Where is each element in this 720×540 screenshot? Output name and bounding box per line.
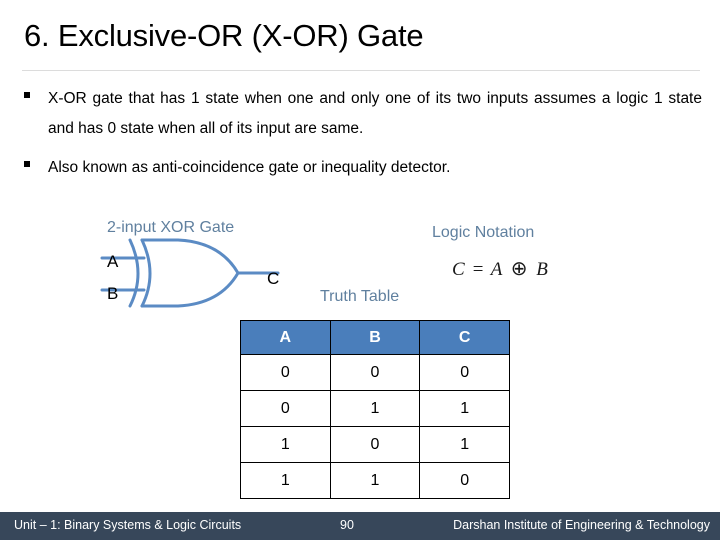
truth-table-caption: Truth Table <box>320 288 400 305</box>
cell-b: 0 <box>329 426 421 463</box>
formula-equals: = <box>471 259 486 280</box>
footer-unit-label: Unit – 1: Binary Systems & Logic Circuit… <box>14 518 242 532</box>
bullet-list: X-OR gate that has 1 state when one and … <box>20 84 702 192</box>
slide: 6. Exclusive-OR (X-OR) Gate X-OR gate th… <box>0 0 720 540</box>
cell-c: 0 <box>419 462 510 499</box>
logic-notation-caption: Logic Notation <box>432 224 535 241</box>
gate-output-label: C <box>267 269 280 288</box>
cell-b: 1 <box>329 462 421 499</box>
bullet-square-icon <box>24 92 30 98</box>
xor-gate-caption: 2-input XOR Gate <box>107 219 235 236</box>
xor-gate-symbol-icon <box>100 238 280 308</box>
truth-table: A B C 0 0 0 0 1 1 1 0 1 1 1 0 <box>240 320 510 499</box>
bullet-text: Also known as anti-coincidence gate or i… <box>48 159 451 176</box>
list-item: X-OR gate that has 1 state when one and … <box>20 84 702 144</box>
list-item: Also known as anti-coincidence gate or i… <box>20 153 702 183</box>
gate-input-b-label: B <box>107 284 119 303</box>
table-header-row: A B C <box>240 320 510 355</box>
bullet-text: X-OR gate that has 1 state when one and … <box>48 90 702 137</box>
column-header-c: C <box>419 320 510 355</box>
cell-b: 0 <box>329 354 421 391</box>
table-row: 0 0 0 <box>240 354 510 391</box>
xor-operator-icon: ⊕ <box>510 258 529 280</box>
gate-input-a-label: A <box>107 252 119 271</box>
cell-c: 1 <box>419 426 510 463</box>
title-divider <box>22 70 700 71</box>
slide-footer: Unit – 1: Binary Systems & Logic Circuit… <box>0 512 720 540</box>
table-row: 1 1 0 <box>240 462 510 499</box>
formula-output: C <box>452 259 466 280</box>
footer-page-number: 90 <box>340 518 354 532</box>
footer-institute-label: Darshan Institute of Engineering & Techn… <box>453 518 710 532</box>
cell-a: 1 <box>240 426 331 463</box>
formula-input-a: A <box>490 259 503 280</box>
table-row: 0 1 1 <box>240 390 510 427</box>
cell-c: 0 <box>419 354 510 391</box>
cell-a: 1 <box>240 462 331 499</box>
column-header-b: B <box>329 320 421 355</box>
cell-b: 1 <box>329 390 421 427</box>
page-title: 6. Exclusive-OR (X-OR) Gate <box>24 18 424 53</box>
table-row: 1 0 1 <box>240 426 510 463</box>
column-header-a: A <box>240 320 331 355</box>
logic-formula: C = A ⊕ B <box>452 256 549 281</box>
cell-a: 0 <box>240 354 331 391</box>
cell-a: 0 <box>240 390 331 427</box>
bullet-square-icon <box>24 161 30 167</box>
formula-input-b: B <box>536 259 549 280</box>
cell-c: 1 <box>419 390 510 427</box>
